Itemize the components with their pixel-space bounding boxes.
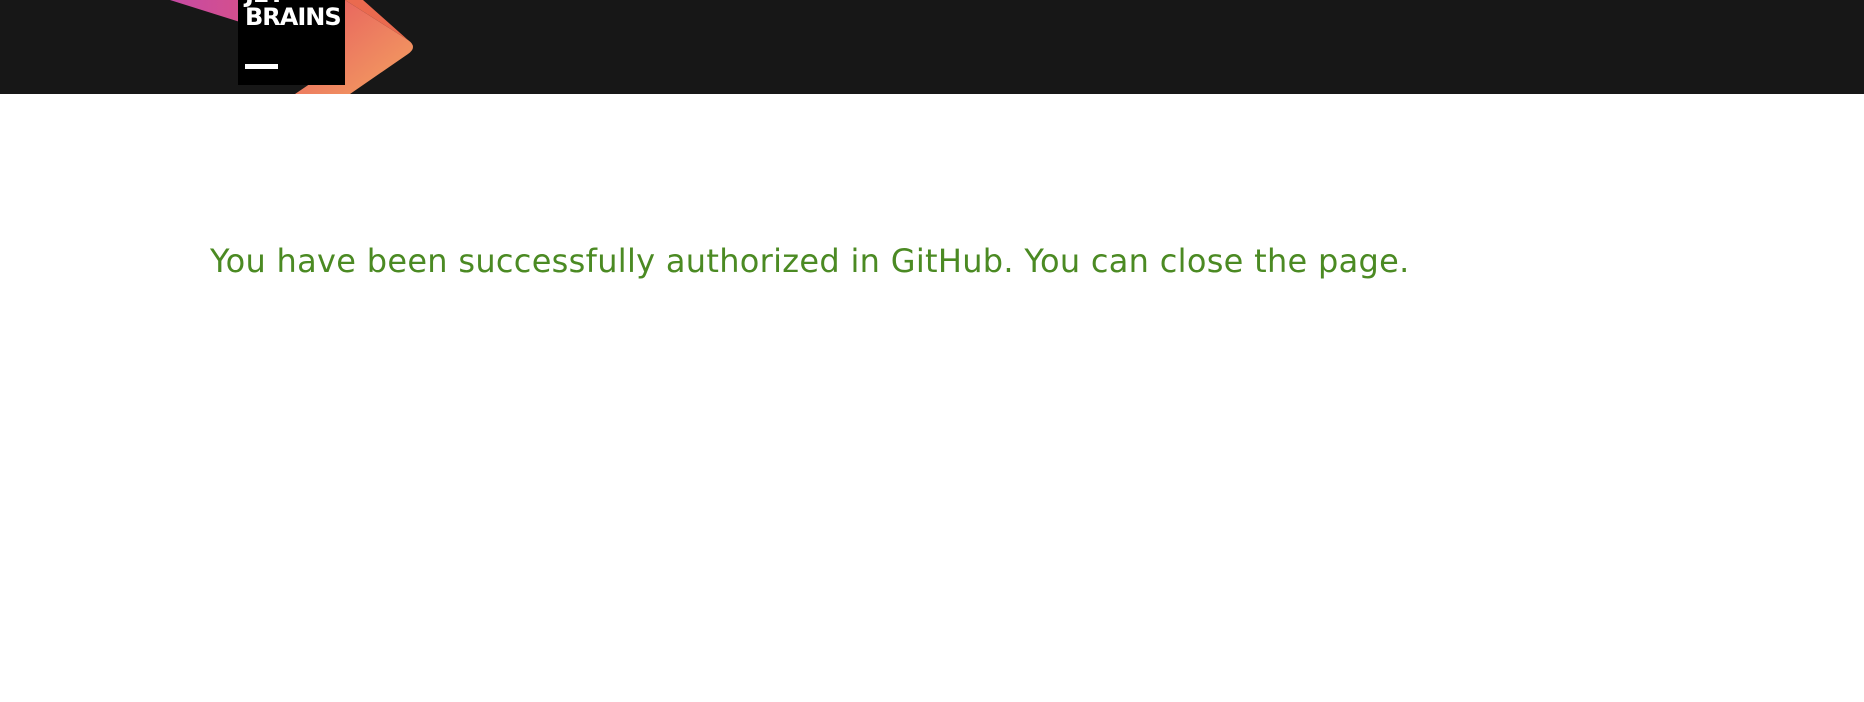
logo-shape-icon [170, 0, 413, 94]
logo-text: BRAINS [245, 3, 342, 31]
logo-underline [245, 64, 278, 69]
header-bar: JET BRAINS [0, 0, 1864, 94]
success-message: You have been successfully authorized in… [210, 242, 1410, 280]
jetbrains-logo [0, 0, 440, 94]
